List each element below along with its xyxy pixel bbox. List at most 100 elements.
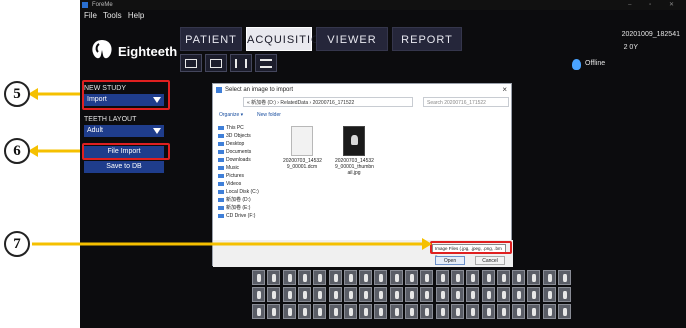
tree-item[interactable]: 新加卷 (E:) <box>217 204 279 212</box>
tooth-thumbnail[interactable] <box>496 270 510 285</box>
tooth-thumbnail[interactable] <box>297 270 311 285</box>
tree-item[interactable]: Desktop <box>217 140 279 148</box>
tooth-thumbnail[interactable] <box>252 304 265 319</box>
tooth-thumbnail[interactable] <box>297 304 311 319</box>
tooth-thumbnail[interactable] <box>282 287 296 302</box>
tooth-thumbnail[interactable] <box>297 287 311 302</box>
tooth-thumbnail[interactable] <box>282 304 296 319</box>
tree-item[interactable]: Videos <box>217 180 279 188</box>
new-folder-button[interactable]: New folder <box>257 110 281 120</box>
tooth-thumbnail[interactable] <box>374 304 388 319</box>
tooth-thumbnail[interactable] <box>420 287 434 302</box>
tooth-thumbnail[interactable] <box>435 304 449 319</box>
import-image-button[interactable] <box>180 54 202 72</box>
menu-file[interactable]: File <box>84 11 97 20</box>
tree-item[interactable]: Local Disk (C:) <box>217 188 279 196</box>
tooth-thumbnail[interactable] <box>466 287 480 302</box>
tooth-thumbnail[interactable] <box>282 270 296 285</box>
tooth-thumbnail[interactable] <box>512 270 526 285</box>
tooth-thumbnail[interactable] <box>420 304 434 319</box>
tooth-thumbnail[interactable] <box>558 287 571 302</box>
tree-item[interactable]: This PC <box>217 124 279 132</box>
tooth-thumbnail[interactable] <box>313 287 327 302</box>
tooth-thumbnail[interactable] <box>328 304 342 319</box>
tooth-thumbnail[interactable] <box>542 304 556 319</box>
window-controls[interactable]: ‒ ▫ ✕ <box>628 0 682 10</box>
tooth-thumbnail[interactable] <box>389 287 403 302</box>
tooth-thumbnail[interactable] <box>359 287 373 302</box>
tree-item[interactable]: Documents <box>217 148 279 156</box>
save-to-db-button[interactable]: Save to DB <box>84 161 164 173</box>
tooth-thumbnail[interactable] <box>496 287 510 302</box>
tree-item[interactable]: Pictures <box>217 172 279 180</box>
tooth-thumbnail[interactable] <box>328 270 342 285</box>
tab-acquisition[interactable]: ACQUISITION <box>246 27 329 51</box>
tab-patient[interactable]: PATIENT <box>180 27 242 51</box>
tooth-thumbnail[interactable] <box>450 270 464 285</box>
tooth-thumbnail[interactable] <box>542 287 556 302</box>
drive-icon <box>218 190 224 194</box>
tooth-thumbnail[interactable] <box>328 287 342 302</box>
tooth-thumbnail[interactable] <box>313 270 327 285</box>
tab-viewer[interactable]: VIEWER <box>316 27 388 51</box>
tooth-thumbnail[interactable] <box>435 270 449 285</box>
organize-button[interactable]: Organize ▾ <box>219 110 243 120</box>
tooth-thumbnail[interactable] <box>527 304 541 319</box>
tab-report[interactable]: REPORT <box>392 27 462 51</box>
tooth-thumbnail[interactable] <box>267 304 281 319</box>
tooth-thumbnail[interactable] <box>359 304 373 319</box>
file-item-dcm[interactable]: 20200703_14532 9_00001.dcm <box>283 126 322 170</box>
tooth-thumbnail[interactable] <box>450 287 464 302</box>
tooth-thumbnail[interactable] <box>481 304 495 319</box>
tooth-thumbnail[interactable] <box>420 270 434 285</box>
tooth-thumbnail[interactable] <box>374 287 388 302</box>
menu-tools[interactable]: Tools <box>103 11 122 20</box>
tree-item[interactable]: CD Drive (F:) <box>217 212 279 220</box>
tooth-thumbnail[interactable] <box>389 304 403 319</box>
tooth-thumbnail[interactable] <box>405 270 418 285</box>
tooth-thumbnail[interactable] <box>359 270 373 285</box>
list-button[interactable] <box>255 54 277 72</box>
tooth-thumbnail[interactable] <box>527 287 541 302</box>
close-icon[interactable]: × <box>502 84 507 96</box>
address-bar[interactable]: « 新加卷 (D:) › RelatedData › 20200716_1715… <box>243 97 413 107</box>
tooth-thumbnail[interactable] <box>343 287 357 302</box>
tooth-thumbnail[interactable] <box>558 304 571 319</box>
columns-button[interactable] <box>230 54 252 72</box>
tooth-thumbnail[interactable] <box>512 304 526 319</box>
tooth-thumbnail[interactable] <box>450 304 464 319</box>
tooth-thumbnail[interactable] <box>343 270 357 285</box>
tooth-thumbnail[interactable] <box>481 287 495 302</box>
tooth-thumbnail[interactable] <box>313 304 327 319</box>
file-item-jpg[interactable]: 20200703_14532 9_00001_thumbn ail.jpg <box>335 126 374 176</box>
tooth-thumbnail[interactable] <box>496 304 510 319</box>
scan-image-button[interactable] <box>205 54 227 72</box>
tooth-thumbnail[interactable] <box>252 287 265 302</box>
tooth-thumbnail[interactable] <box>481 270 495 285</box>
tooth-thumbnail[interactable] <box>252 270 265 285</box>
teeth-layout-select[interactable]: Adult <box>84 125 164 137</box>
tree-item[interactable]: Downloads <box>217 156 279 164</box>
menu-help[interactable]: Help <box>128 11 144 20</box>
tooth-thumbnail[interactable] <box>267 270 281 285</box>
cancel-button[interactable]: Cancel <box>475 256 505 265</box>
search-input[interactable]: Search 20200716_171522 <box>423 97 509 107</box>
highlight-file-type <box>430 241 512 254</box>
tooth-thumbnail[interactable] <box>267 287 281 302</box>
tooth-thumbnail[interactable] <box>466 270 480 285</box>
tooth-thumbnail[interactable] <box>389 270 403 285</box>
tooth-thumbnail[interactable] <box>466 304 480 319</box>
tooth-thumbnail[interactable] <box>374 270 388 285</box>
tooth-thumbnail[interactable] <box>512 287 526 302</box>
tree-item[interactable]: 新加卷 (D:) <box>217 196 279 204</box>
tooth-thumbnail[interactable] <box>542 270 556 285</box>
tooth-thumbnail[interactable] <box>435 287 449 302</box>
tooth-thumbnail[interactable] <box>558 270 571 285</box>
tree-item[interactable]: 3D Objects <box>217 132 279 140</box>
tooth-thumbnail[interactable] <box>405 287 418 302</box>
tooth-thumbnail[interactable] <box>527 270 541 285</box>
tree-item[interactable]: Music <box>217 164 279 172</box>
tooth-thumbnail[interactable] <box>343 304 357 319</box>
open-button[interactable]: Open <box>435 256 465 265</box>
tooth-thumbnail[interactable] <box>405 304 418 319</box>
